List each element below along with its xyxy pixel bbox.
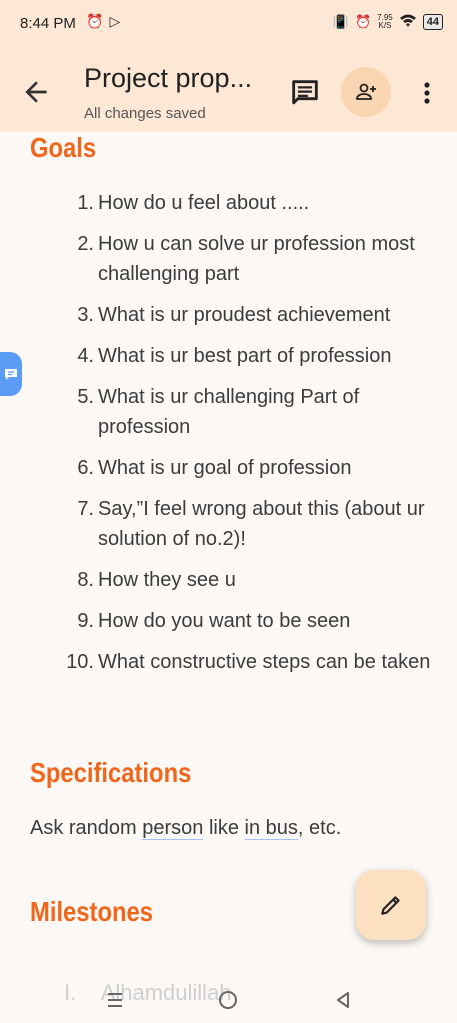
list-item-number: 4.	[77, 345, 94, 367]
list-item: 1. How do u feel about .....	[30, 188, 450, 218]
back-nav-button[interactable]	[328, 985, 358, 1015]
list-item-text: Say,”I feel wrong about this (about ur s…	[98, 498, 425, 550]
list-item-text: What constructive steps can be taken	[98, 651, 431, 673]
vibrate-icon: 📳	[332, 13, 349, 29]
arrow-back-icon	[25, 81, 47, 103]
specifications-text: Ask random person like in bus, etc.	[30, 817, 341, 840]
list-item-text: How they see u	[98, 569, 236, 591]
status-bar: 8:44 PM ⏰▷ 📳 ⏰ 7.95 K/S 44	[0, 0, 457, 50]
home-button[interactable]	[213, 985, 243, 1015]
triangle-back-icon	[337, 992, 349, 1008]
system-navigation-bar	[0, 975, 457, 1023]
alarm-icon: ⏰	[86, 13, 110, 29]
share-button[interactable]	[341, 67, 391, 117]
spec-text-part: Ask random	[30, 817, 143, 839]
status-right-icons: 📳 ⏰ 7.95 K/S 44	[333, 13, 443, 30]
list-item-number: 10.	[66, 651, 94, 673]
list-item: 9. How do you want to be seen	[30, 606, 450, 636]
alarm-clock-icon: ⏰	[354, 13, 372, 29]
list-item-text: How do you want to be seen	[98, 610, 351, 632]
list-item-number: 1.	[77, 192, 94, 214]
list-item-text: What is ur best part of profession	[98, 345, 392, 367]
comments-button[interactable]	[288, 76, 322, 110]
list-item: 3. What is ur proudest achievement	[30, 300, 450, 330]
battery-icon: 44	[422, 13, 443, 30]
spell-suggestion-underline[interactable]: person	[142, 817, 204, 840]
person-add-icon	[356, 83, 376, 100]
menu-lines-icon	[108, 993, 122, 1007]
list-item-number: 6.	[77, 457, 94, 479]
list-item-number: 3.	[77, 304, 94, 326]
more-vert-icon	[424, 82, 430, 104]
net-speed-unit: K/S	[378, 20, 392, 30]
list-item-text: What is ur goal of profession	[98, 457, 352, 479]
play-store-icon: ▷	[109, 13, 127, 29]
list-item-number: 7.	[77, 498, 94, 520]
recents-button[interactable]	[100, 985, 130, 1015]
status-notification-icons: ⏰▷	[86, 13, 126, 30]
goals-heading: Goals	[30, 132, 97, 163]
list-item: 2. How u can solve ur profession most cha…	[30, 229, 450, 289]
list-item: 10. What constructive steps can be taken	[30, 647, 450, 677]
list-item: 8. How they see u	[30, 565, 450, 595]
spell-suggestion-underline[interactable]: in bus	[244, 817, 298, 840]
list-item-number: 2.	[77, 233, 94, 255]
list-item-text: How u can solve ur profession most chall…	[98, 233, 415, 285]
status-time: 8:44 PM	[20, 15, 76, 32]
edit-fab-button[interactable]	[356, 870, 426, 940]
list-item-text: What is ur challenging Part of professio…	[98, 386, 360, 438]
document-title[interactable]: Project prop...	[84, 63, 252, 94]
milestones-heading: Milestones	[30, 896, 153, 927]
list-item-text: How do u feel about .....	[98, 192, 310, 214]
spec-text-part: , etc.	[297, 817, 342, 839]
list-item: 7. Say,”I feel wrong about this (about ur…	[30, 494, 450, 554]
list-item-number: 8.	[77, 569, 94, 591]
pencil-icon	[381, 896, 400, 915]
chat-bubble-icon	[5, 369, 17, 380]
list-item: 5. What is ur challenging Part of profess…	[30, 382, 450, 442]
floating-chat-tab[interactable]	[0, 352, 22, 396]
list-item-number: 9.	[77, 610, 94, 632]
app-toolbar: Project prop... All changes saved	[0, 50, 457, 132]
list-item-number: 5.	[77, 386, 94, 408]
save-status: All changes saved	[84, 105, 206, 122]
list-item-text: What is ur proudest achievement	[98, 304, 391, 326]
back-button[interactable]	[20, 76, 52, 108]
more-options-button[interactable]	[414, 76, 440, 110]
goals-list: 1. How do u feel about ..... 2. How u can …	[30, 188, 450, 688]
wifi-icon	[399, 13, 417, 30]
specifications-heading: Specifications	[30, 757, 192, 788]
list-item: 6. What is ur goal of profession	[30, 453, 450, 483]
circle-home-icon	[219, 991, 237, 1009]
spec-text-part: like	[203, 817, 245, 839]
comment-icon	[292, 80, 318, 105]
network-speed: 7.95 K/S	[377, 13, 393, 30]
list-item: 4. What is ur best part of profession	[30, 341, 450, 371]
